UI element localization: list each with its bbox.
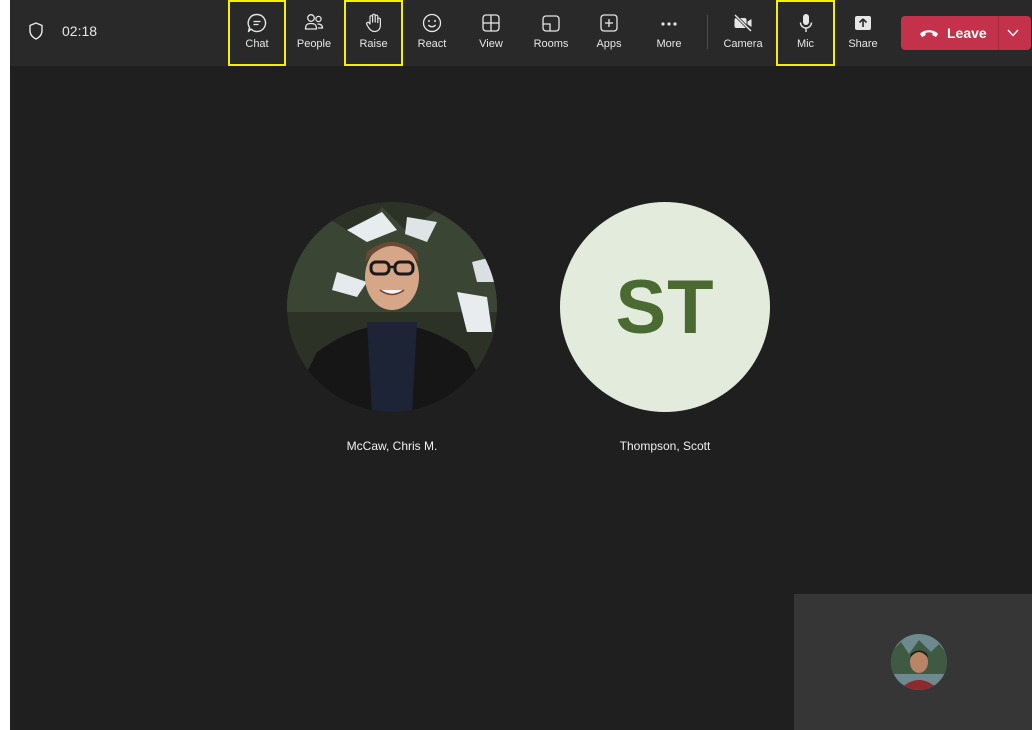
more-label: More [656,38,682,50]
shield-icon[interactable] [28,22,44,40]
rooms-icon [542,15,560,32]
share-button[interactable]: Share [839,0,887,66]
meeting-toolbar: 02:18 Chat People Raise React View Rooms… [10,0,1032,66]
plus-box-icon [600,14,618,32]
apps-button[interactable]: Apps [585,0,633,66]
phone-hangup-icon [920,30,938,37]
raise-hand-icon [365,13,381,33]
chevron-down-icon[interactable] [1006,27,1020,39]
participant-photo-avatar [287,202,497,412]
meeting-window: 02:18 Chat People Raise React View Rooms… [10,0,1032,730]
people-icon [304,14,324,30]
toolbar-divider [707,15,708,49]
leave-button[interactable]: Leave [901,16,1031,50]
chat-button[interactable]: Chat [228,0,286,66]
chat-label: Chat [245,38,269,50]
apps-label: Apps [596,38,622,50]
leave-label: Leave [947,25,987,41]
grid-icon [482,14,500,32]
participant-initials-avatar: ST [560,202,770,412]
leave-divider [998,16,999,50]
camera-label: Camera [723,38,763,50]
participant-initials: ST [615,264,715,350]
mic-button[interactable]: Mic [776,0,835,66]
smiley-icon [422,13,442,33]
view-button[interactable]: View [467,0,515,66]
participant-name: McCaw, Chris M. [346,439,438,453]
person-photo [287,202,497,412]
ellipsis-icon [661,22,677,26]
more-button[interactable]: More [643,0,695,66]
react-button[interactable]: React [407,0,457,66]
chat-icon [247,13,267,33]
self-view-tile[interactable] [794,594,1032,730]
mic-icon [799,14,812,32]
participant-name: Thompson, Scott [619,439,711,453]
people-label: People [296,38,332,50]
camera-off-icon [733,13,753,33]
rooms-button[interactable]: Rooms [525,0,577,66]
camera-button[interactable]: Camera [718,0,768,66]
react-label: React [417,38,447,50]
meeting-timer: 02:18 [62,23,98,39]
share-icon [855,16,871,30]
people-button[interactable]: People [290,0,338,66]
meeting-info: 02:18 [28,22,97,40]
raise-hand-button[interactable]: Raise [344,0,403,66]
self-view-avatar [891,634,947,690]
rooms-label: Rooms [533,38,569,50]
share-label: Share [848,38,878,50]
raise-label: Raise [359,38,388,50]
mic-label: Mic [796,38,815,50]
self-photo [891,634,947,690]
view-label: View [479,38,503,50]
